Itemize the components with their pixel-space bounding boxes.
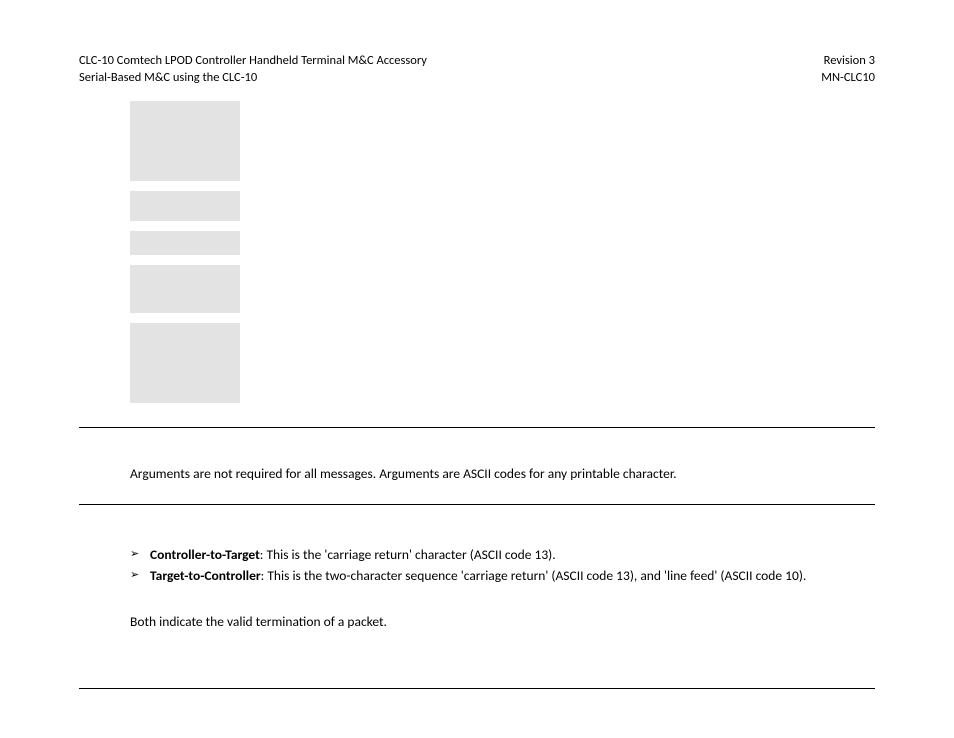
bullet-label: Target-to-Controller <box>150 567 261 584</box>
header-left: CLC-10 Comtech LPOD Controller Handheld … <box>79 53 427 87</box>
header-title: CLC-10 Comtech LPOD Controller Handheld … <box>79 53 427 70</box>
bullet-text: : This is the two-character sequence 'ca… <box>261 567 807 584</box>
placeholder-box <box>130 101 240 181</box>
header-docnum: MN-CLC10 <box>821 70 875 87</box>
bullet-label: Controller-to-Target <box>150 546 260 563</box>
header-right: Revision 3 MN-CLC10 <box>821 53 875 87</box>
divider <box>79 504 875 505</box>
header-subtitle: Serial-Based M&C using the CLC-10 <box>79 70 427 87</box>
bullet-list: ➢ Controller-to-Target: This is the 'car… <box>130 545 875 587</box>
arguments-paragraph: Arguments are not required for all messa… <box>130 464 865 484</box>
chevron-right-icon: ➢ <box>130 566 142 585</box>
followup-paragraph: Both indicate the valid termination of a… <box>130 613 875 630</box>
divider <box>79 688 875 689</box>
grey-box-column <box>130 101 875 403</box>
bullet-text: : This is the 'carriage return' characte… <box>260 546 556 563</box>
page-header: CLC-10 Comtech LPOD Controller Handheld … <box>79 53 875 87</box>
list-item: ➢ Controller-to-Target: This is the 'car… <box>130 545 875 566</box>
chevron-right-icon: ➢ <box>130 545 142 564</box>
placeholder-box <box>130 231 240 255</box>
header-revision: Revision 3 <box>821 53 875 70</box>
placeholder-box <box>130 191 240 221</box>
divider <box>79 427 875 428</box>
list-item: ➢ Target-to-Controller: This is the two-… <box>130 566 875 587</box>
placeholder-box <box>130 323 240 403</box>
placeholder-box <box>130 265 240 313</box>
